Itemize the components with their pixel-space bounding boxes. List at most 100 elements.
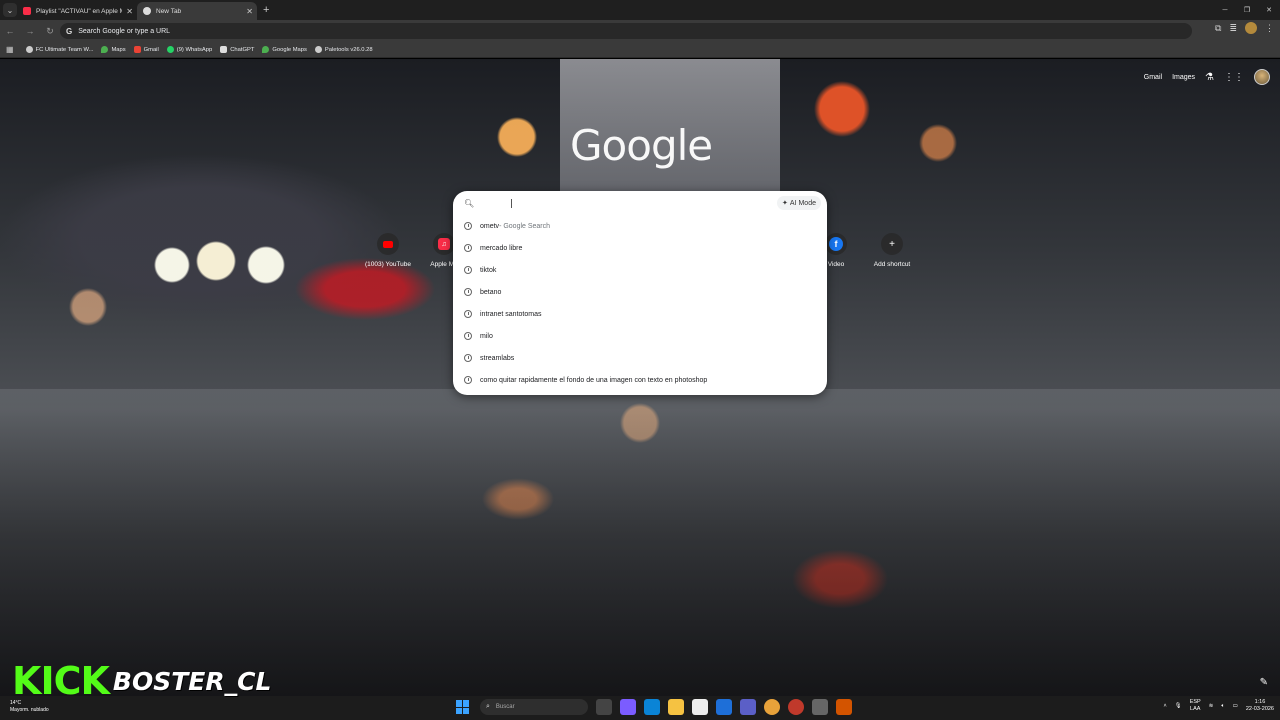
images-link[interactable]: Images — [1172, 74, 1195, 81]
browser-toolbar: ← → ↻ G Search Google or type a URL ⧉ ≣ … — [0, 20, 1280, 42]
suggestion-item[interactable]: milo — [453, 325, 827, 347]
teams-icon[interactable] — [740, 699, 756, 715]
cast-icon[interactable]: ≣ — [1229, 23, 1237, 34]
apple-music-icon — [23, 7, 31, 15]
close-icon[interactable]: ✕ — [126, 7, 133, 16]
tab-search-button[interactable]: ⌄ — [3, 3, 17, 17]
windows-taskbar: 14°C Mayorm. nublado ⌕ Buscar ˄ 🎙︎ ESP L… — [0, 696, 1280, 720]
gmail-link[interactable]: Gmail — [1144, 74, 1162, 81]
address-placeholder: Search Google or type a URL — [78, 27, 171, 35]
toolbar-actions: ⧉ ≣ ⋮ — [1215, 22, 1274, 34]
bookmark-paletools[interactable]: Paletools v26.0.28 — [314, 46, 373, 53]
text-cursor — [511, 199, 512, 208]
bookmark-whatsapp[interactable]: (9) WhatsApp — [166, 46, 212, 53]
new-tab-page: Gmail Images ⚗ ⋮⋮ Google (1003) YouTube … — [0, 59, 1280, 696]
suggestion-item[interactable]: intranet santotomas — [453, 303, 827, 325]
tab-title: Playlist "ACTIVAU" en Apple Mu — [36, 7, 123, 15]
tab-new-tab[interactable]: New Tab ✕ — [137, 2, 257, 20]
suggestion-item[interactable]: como quitar rapidamente el fondo de una … — [453, 369, 827, 391]
history-icon — [464, 266, 472, 274]
address-bar[interactable]: G Search Google or type a URL — [60, 23, 1192, 39]
taskbar-apps: ⌕ Buscar — [456, 699, 852, 715]
search-icon: 🔍︎ — [464, 198, 475, 208]
volume-icon[interactable]: 🔈︎ — [1221, 703, 1224, 710]
plus-icon: + — [889, 238, 895, 250]
suggestion-item[interactable]: mercado libre — [453, 237, 827, 259]
suggestion-item[interactable]: betano — [453, 281, 827, 303]
tab-title: New Tab — [156, 7, 182, 15]
copilot-icon[interactable] — [620, 699, 636, 715]
labs-icon[interactable]: ⚗ — [1205, 72, 1214, 83]
history-icon — [464, 332, 472, 340]
history-icon — [464, 354, 472, 362]
chrome-icon — [143, 7, 151, 15]
reload-icon[interactable]: ↻ — [40, 26, 60, 37]
new-tab-button[interactable]: + — [263, 4, 269, 16]
ai-search-icon: ✦ — [782, 200, 788, 207]
edge-icon[interactable] — [644, 699, 660, 715]
kick-logo: KICK — [12, 659, 110, 703]
apps-grid-icon[interactable]: ▦ — [6, 45, 14, 54]
bookmarks-bar: ▦ FC Ultimate Team W... Maps Gmail (9) W… — [0, 42, 1280, 58]
maps-icon — [101, 46, 109, 53]
app-icon[interactable] — [788, 699, 804, 715]
taskbar-search[interactable]: ⌕ Buscar — [480, 699, 588, 715]
history-icon — [464, 288, 472, 296]
chevron-up-icon[interactable]: ˄ — [1164, 703, 1167, 709]
bookmark-chatgpt[interactable]: ChatGPT — [220, 46, 254, 53]
ai-mode-button[interactable]: ✦ AI Mode — [777, 196, 821, 210]
microphone-icon[interactable]: 🎙︎ — [1175, 703, 1182, 709]
settings-icon[interactable] — [812, 699, 828, 715]
app-icon[interactable] — [836, 699, 852, 715]
suggestion-item[interactable]: ometv - Google Search — [453, 215, 827, 237]
system-tray: ˄ 🎙︎ ESP LAA ≋ 🔈︎ ▭ 1:16 22-03-2026 — [1164, 699, 1274, 714]
extensions-icon[interactable]: ⧉ — [1215, 23, 1221, 34]
suggestion-item[interactable]: streamlabs — [453, 347, 827, 369]
tab-apple-music[interactable]: Playlist "ACTIVAU" en Apple Mu ✕ — [17, 2, 137, 20]
task-view-icon[interactable] — [596, 699, 612, 715]
bookmark-maps[interactable]: Maps — [101, 46, 126, 53]
wifi-icon[interactable]: ≋ — [1209, 703, 1214, 709]
add-shortcut-button[interactable]: + Add shortcut — [862, 233, 922, 268]
close-window-icon[interactable]: ✕ — [1258, 0, 1280, 20]
profile-avatar[interactable] — [1245, 22, 1257, 34]
shortcut-label: Video — [827, 261, 845, 268]
menu-icon[interactable]: ⋮ — [1265, 23, 1274, 34]
youtube-icon — [383, 240, 393, 248]
gmail-icon — [133, 46, 141, 53]
file-explorer-icon[interactable] — [668, 699, 684, 715]
google-apps-icon[interactable]: ⋮⋮ — [1224, 72, 1244, 83]
search-input[interactable]: 🔍︎ ✦ AI Mode — [453, 191, 827, 215]
back-icon[interactable]: ← — [0, 26, 20, 36]
windows-start-icon[interactable] — [456, 700, 470, 714]
maps-icon — [262, 46, 270, 53]
bookmark-fc-ultimate[interactable]: FC Ultimate Team W... — [25, 46, 93, 53]
shortcut-youtube[interactable]: (1003) YouTube — [358, 233, 418, 268]
mail-icon[interactable] — [716, 699, 732, 715]
account-avatar[interactable] — [1254, 69, 1270, 85]
store-icon[interactable] — [692, 699, 708, 715]
history-icon — [464, 310, 472, 318]
facebook-icon: f — [829, 237, 843, 251]
language-indicator[interactable]: ESP LAA — [1190, 699, 1201, 714]
shortcut-label: Add shortcut — [873, 261, 911, 268]
history-icon — [464, 376, 472, 384]
suggestion-item[interactable]: tiktok — [453, 259, 827, 281]
bookmark-gmail[interactable]: Gmail — [133, 46, 159, 53]
clock[interactable]: 1:16 22-03-2026 — [1246, 699, 1274, 714]
globe-icon — [314, 46, 322, 53]
forward-icon[interactable]: → — [20, 26, 40, 36]
maximize-icon[interactable]: ❐ — [1236, 0, 1258, 20]
minimize-icon[interactable]: ─ — [1214, 0, 1236, 20]
stream-watermark: KICK BOSTER_CL — [12, 659, 271, 703]
ntp-header: Gmail Images ⚗ ⋮⋮ — [1144, 69, 1270, 85]
bookmark-google-maps[interactable]: Google Maps — [262, 46, 307, 53]
search-icon: ⌕ — [486, 703, 490, 710]
close-icon[interactable]: ✕ — [246, 7, 253, 16]
customize-pencil-icon[interactable]: ✎ — [1260, 677, 1268, 688]
apple-music-icon: ♫ — [438, 238, 450, 250]
chrome-taskbar-icon[interactable] — [764, 699, 780, 715]
window-controls: ─ ❐ ✕ — [1214, 0, 1280, 20]
shortcut-label: (1003) YouTube — [364, 261, 412, 268]
battery-icon[interactable]: ▭ — [1233, 703, 1238, 709]
